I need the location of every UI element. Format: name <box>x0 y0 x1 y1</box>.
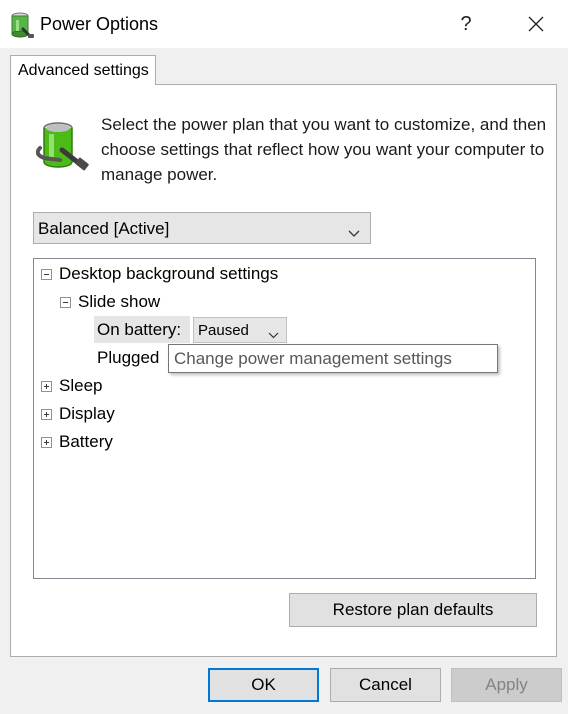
tree-node-label: Desktop background settings <box>59 264 279 283</box>
expand-icon[interactable] <box>41 437 52 448</box>
chevron-down-icon <box>348 223 360 243</box>
collapse-icon[interactable] <box>60 297 71 308</box>
close-icon <box>528 16 544 32</box>
power-plan-dropdown[interactable]: Balanced [Active] <box>33 212 371 244</box>
ok-button[interactable]: OK <box>208 668 319 702</box>
restore-plan-defaults-button[interactable]: Restore plan defaults <box>289 593 537 627</box>
battery-plug-icon <box>35 120 90 172</box>
tree-node-label: Display <box>59 404 115 423</box>
power-plan-value: Balanced [Active] <box>38 219 170 238</box>
on-battery-value: Paused <box>198 322 249 339</box>
on-battery-dropdown[interactable]: Paused <box>193 317 287 343</box>
plan-description: Select the power plan that you want to c… <box>101 115 547 184</box>
power-options-icon <box>9 11 35 39</box>
chevron-down-icon <box>268 326 279 343</box>
collapse-icon[interactable] <box>41 269 52 280</box>
tree-node-label: Sleep <box>59 376 103 395</box>
help-button[interactable]: ? <box>452 10 480 38</box>
plugged-in-label[interactable]: Plugged <box>97 346 159 370</box>
window-title: Power Options <box>40 14 159 34</box>
tree-node-label: Slide show <box>78 292 161 311</box>
close-button[interactable] <box>518 8 554 40</box>
tooltip: Change power management settings <box>168 344 498 373</box>
cancel-button[interactable]: Cancel <box>330 668 441 702</box>
tab-advanced-settings[interactable]: Advanced settings <box>10 55 156 85</box>
expand-icon[interactable] <box>41 409 52 420</box>
expand-icon[interactable] <box>41 381 52 392</box>
apply-button[interactable]: Apply <box>451 668 562 702</box>
title-bar: Power Options ? <box>0 0 568 48</box>
on-battery-label[interactable]: On battery: <box>97 318 181 342</box>
tree-node-label: Battery <box>59 432 113 451</box>
